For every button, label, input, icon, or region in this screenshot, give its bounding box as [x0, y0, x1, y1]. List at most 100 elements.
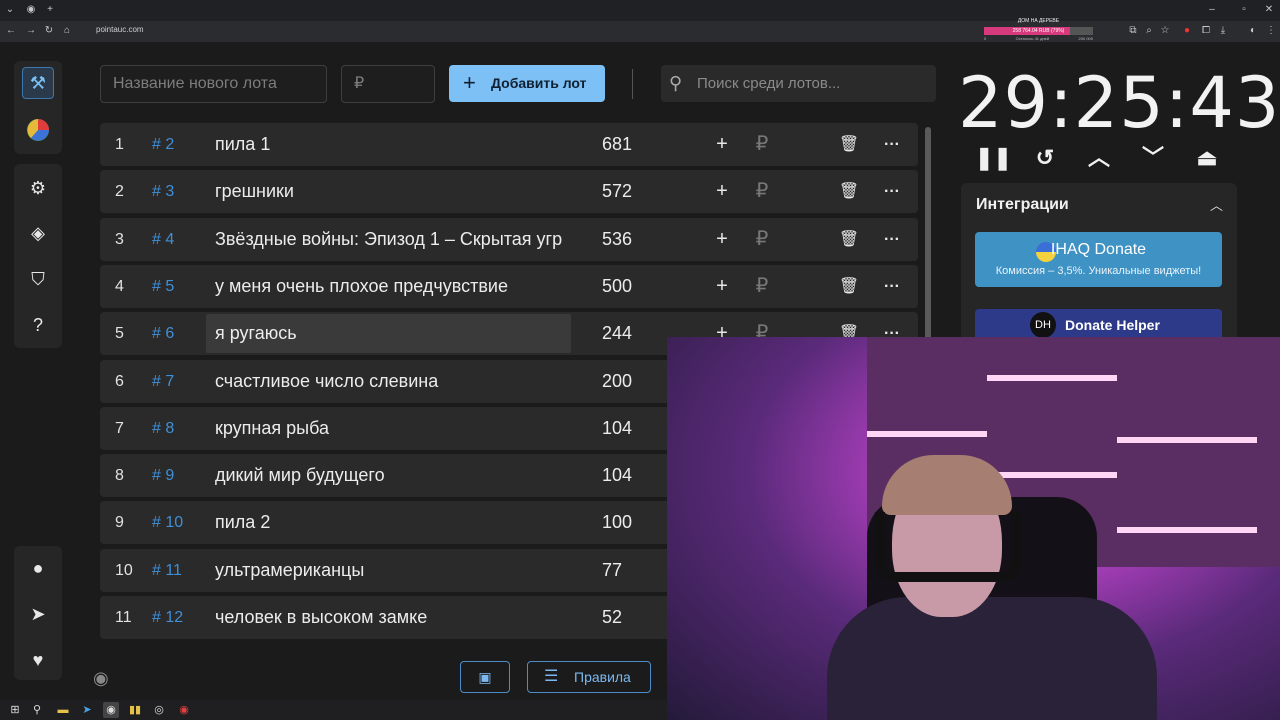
more-icon[interactable]: ···	[881, 265, 903, 308]
goal-target: 200 000	[1078, 36, 1093, 41]
lot-name[interactable]: пила 1	[215, 123, 562, 166]
trash-icon[interactable]: 🗑	[838, 218, 860, 261]
ruble-add-icon[interactable]: ₽	[751, 265, 773, 308]
trash-icon[interactable]: 🗑	[838, 265, 860, 308]
minimize-icon[interactable]: –	[1205, 3, 1219, 17]
extension-icon[interactable]: ●	[1180, 24, 1194, 38]
lot-name[interactable]: пила 2	[215, 501, 562, 544]
shield-check-icon[interactable]: ⛉	[22, 263, 54, 295]
trash-icon[interactable]: 🗑	[838, 123, 860, 166]
reload-icon[interactable]: ↻	[42, 24, 56, 38]
plus-icon[interactable]: +	[711, 265, 733, 308]
lot-name[interactable]: грешники	[215, 170, 562, 213]
lot-name[interactable]: ультрамериканцы	[215, 549, 562, 592]
translate-icon[interactable]: ⧉	[1126, 24, 1140, 38]
lot-name[interactable]: у меня очень плохое предчувствие	[215, 265, 562, 308]
lot-id: # 9	[152, 467, 175, 485]
lot-price-input[interactable]: ₽	[341, 65, 435, 103]
forward-icon[interactable]: →	[24, 24, 38, 38]
layers-icon[interactable]: ◈	[22, 217, 54, 249]
telegram-icon[interactable]: ➤	[22, 598, 54, 630]
app-taskbar-icon[interactable]: ▮▮	[127, 702, 143, 718]
lot-amount: 200	[602, 370, 633, 391]
bookmark-star-icon[interactable]: ☆	[1158, 24, 1172, 38]
shelf-light	[987, 472, 1117, 478]
lot-name[interactable]: крупная рыба	[215, 407, 562, 450]
telegram-taskbar-icon[interactable]: ➤	[79, 702, 95, 718]
lot-id: # 4	[152, 230, 175, 248]
reset-icon[interactable]: ↺	[1030, 143, 1060, 173]
ihaq-donate-button[interactable]: IHAQ Donate Комиссия – 3,5%. Уникальные …	[975, 232, 1222, 287]
lot-search-input[interactable]: ⚲ Поиск среди лотов...	[661, 65, 936, 102]
lot-name[interactable]: человек в высоком замке	[215, 596, 562, 639]
lot-amount: 681	[602, 134, 633, 154]
plus-icon[interactable]: +	[711, 170, 733, 213]
goal-days-left: Осталось 41 дней	[1015, 36, 1050, 41]
rules-button[interactable]: ☰ Правила	[527, 661, 651, 693]
github-icon[interactable]: ●	[22, 552, 54, 584]
windows-taskbar: ⊞ ⚲ ▬ ➤ ◉ ▮▮ ◎ ◉	[0, 700, 667, 720]
ruble-add-icon[interactable]: ₽	[751, 123, 773, 166]
lot-position: 3	[115, 230, 124, 248]
zoom-icon[interactable]: ⌕	[1142, 24, 1156, 38]
more-icon[interactable]: ···	[881, 123, 903, 166]
save-button[interactable]: ▣	[460, 661, 510, 693]
new-tab-icon[interactable]: +	[43, 3, 57, 17]
url-text[interactable]: pointauc.com	[96, 25, 144, 34]
lot-row: 2 # 3 грешники 572 + ₽ 🗑 ···	[100, 170, 918, 214]
lot-position: 2	[115, 183, 124, 201]
headphones	[875, 512, 1021, 582]
obs-taskbar-icon[interactable]: ◉	[176, 702, 192, 718]
trash-icon[interactable]: 🗑	[838, 170, 860, 213]
lot-name-input[interactable]: Название нового лота	[100, 65, 327, 103]
donate-hand-icon[interactable]: ♥	[22, 644, 54, 676]
more-icon[interactable]: ···	[881, 170, 903, 213]
profile-avatar[interactable]: ◐	[1246, 24, 1260, 38]
lot-id: # 10	[152, 514, 184, 532]
add-lot-button[interactable]: + Добавить лот	[449, 65, 605, 102]
shelf-light	[867, 431, 987, 437]
donate-helper-logo: DH	[1030, 312, 1056, 338]
browser-menu-icon[interactable]: ⋮	[1264, 24, 1278, 38]
time-up-icon[interactable]: ︿	[1084, 143, 1114, 173]
extensions-puzzle-icon[interactable]: ⧠	[1199, 24, 1213, 38]
active-tab[interactable]: ◉	[24, 3, 38, 17]
lot-name[interactable]: я ругаюсь	[215, 312, 562, 355]
start-icon[interactable]: ⊞	[7, 702, 23, 718]
tab-search-icon[interactable]: ⌄	[3, 3, 17, 17]
help-icon[interactable]: ?	[22, 309, 54, 341]
lot-amount: 500	[602, 275, 633, 296]
pie-wheel-icon[interactable]	[22, 114, 54, 146]
pause-icon[interactable]: ❚❚	[975, 143, 1012, 173]
file-explorer-icon[interactable]: ▬	[55, 702, 71, 718]
lot-name[interactable]: Звёздные войны: Эпизод 1 – Скрытая угр	[215, 218, 562, 261]
lot-name[interactable]: счастливое число слевина	[215, 360, 562, 403]
home-icon[interactable]: ⌂	[60, 24, 74, 38]
chrome-taskbar-icon[interactable]: ◉	[103, 702, 119, 718]
time-down-icon[interactable]: ﹀	[1138, 143, 1168, 173]
gavel-icon[interactable]: ⚒	[22, 67, 54, 99]
lots-scrollbar[interactable]	[925, 127, 931, 347]
chevron-up-icon[interactable]: ︿	[1210, 195, 1223, 214]
plus-icon[interactable]: +	[711, 218, 733, 261]
goal-start: 0	[984, 36, 987, 41]
time-max-icon[interactable]: ⏏	[1192, 143, 1222, 173]
close-window-icon[interactable]: ✕	[1262, 3, 1276, 17]
maximize-icon[interactable]: ▫	[1237, 3, 1251, 17]
lot-amount: 572	[602, 181, 633, 202]
integrations-panel: Интеграции ︿ IHAQ Donate Комиссия – 3,5%…	[961, 183, 1237, 343]
gear-icon[interactable]: ⚙	[22, 172, 54, 204]
ruble-add-icon[interactable]: ₽	[751, 218, 773, 261]
eye-icon[interactable]: ◉	[93, 668, 109, 689]
donation-goal-widget: ДОМ НА ДЕРЕВЕ 258 764.04 RUB (79%) 0 Ост…	[984, 18, 1093, 41]
lot-amount: 244	[602, 323, 633, 344]
more-icon[interactable]: ···	[881, 218, 903, 261]
steam-taskbar-icon[interactable]: ◎	[151, 702, 167, 718]
plus-icon[interactable]: +	[711, 123, 733, 166]
ruble-add-icon[interactable]: ₽	[751, 170, 773, 213]
download-icon[interactable]: ⤓	[1216, 24, 1230, 38]
lot-position: 6	[115, 372, 124, 390]
lot-name[interactable]: дикий мир будущего	[215, 454, 562, 497]
taskbar-search-icon[interactable]: ⚲	[29, 702, 45, 718]
back-icon[interactable]: ←	[4, 24, 18, 38]
